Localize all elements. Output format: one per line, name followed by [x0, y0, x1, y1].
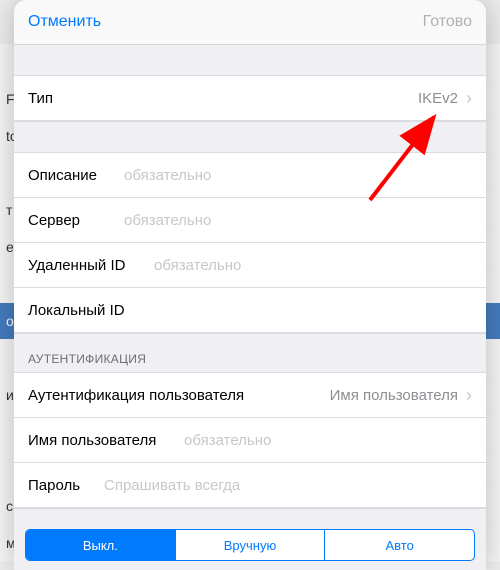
local-id-label: Локальный ID: [28, 302, 125, 319]
user-auth-label: Аутентификация пользователя: [28, 387, 244, 404]
done-button[interactable]: Готово: [423, 13, 472, 31]
proxy-off-segment[interactable]: Выкл.: [26, 530, 176, 560]
remote-id-label: Удаленный ID: [28, 257, 138, 274]
type-value: IKEv2: [418, 90, 458, 107]
proxy-manual-segment[interactable]: Вручную: [176, 530, 326, 560]
description-row[interactable]: Описание: [14, 152, 486, 197]
local-id-row[interactable]: Локальный ID: [14, 287, 486, 333]
local-id-input[interactable]: [139, 301, 472, 320]
server-label: Сервер: [28, 212, 108, 229]
username-input[interactable]: [182, 431, 472, 450]
type-label: Тип: [28, 90, 53, 107]
user-auth-row[interactable]: Аутентификация пользователя Имя пользова…: [14, 372, 486, 417]
username-row[interactable]: Имя пользователя: [14, 417, 486, 462]
password-row[interactable]: Пароль: [14, 462, 486, 508]
type-row[interactable]: Тип IKEv2 ›: [14, 75, 486, 121]
description-input[interactable]: [122, 166, 472, 185]
password-label: Пароль: [28, 477, 88, 494]
chevron-right-icon: ›: [466, 89, 472, 107]
proxy-auto-segment[interactable]: Авто: [325, 530, 474, 560]
chevron-right-icon: ›: [466, 386, 472, 404]
remote-id-row[interactable]: Удаленный ID: [14, 242, 486, 287]
vpn-config-modal: Отменить Готово Тип IKEv2 › Описание Сер…: [14, 0, 486, 570]
proxy-segmented-control[interactable]: Выкл. Вручную Авто: [25, 529, 475, 561]
username-label: Имя пользователя: [28, 432, 168, 449]
auth-section-header: Аутентификация: [14, 334, 486, 372]
password-input[interactable]: [102, 476, 472, 495]
modal-header: Отменить Готово: [14, 0, 486, 45]
description-label: Описание: [28, 167, 108, 184]
cancel-button[interactable]: Отменить: [28, 13, 101, 31]
remote-id-input[interactable]: [152, 256, 472, 275]
user-auth-value: Имя пользователя: [330, 387, 458, 404]
server-row[interactable]: Сервер: [14, 197, 486, 242]
server-input[interactable]: [122, 211, 472, 230]
